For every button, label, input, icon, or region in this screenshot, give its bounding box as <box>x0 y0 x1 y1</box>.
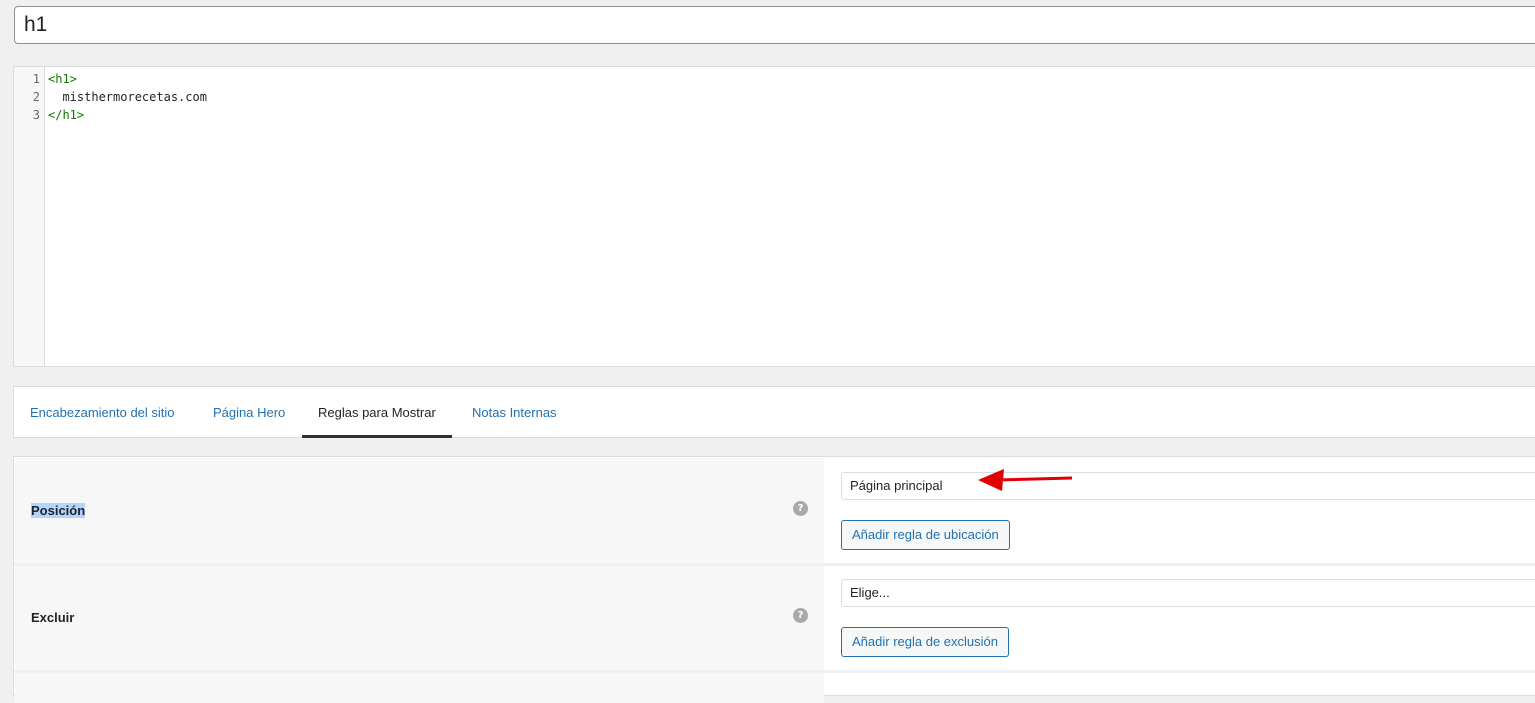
rule-label-cell <box>15 566 824 670</box>
title-input[interactable] <box>14 6 1535 44</box>
red-arrow-icon <box>978 469 1073 491</box>
help-icon[interactable]: ? <box>793 608 808 623</box>
line-number: 3 <box>32 108 40 122</box>
tab-internal-notes[interactable]: Notas Internas <box>472 387 557 437</box>
code-line[interactable]: misthermorecetas.com <box>48 88 207 106</box>
code-line[interactable]: <h1> <box>48 70 77 88</box>
help-icon[interactable]: ? <box>793 501 808 516</box>
display-rules-panel: Posición ? Página principal Añadir regla… <box>13 456 1535 703</box>
tab-hero-page[interactable]: Página Hero <box>213 387 285 437</box>
position-label: Posición <box>31 503 86 518</box>
add-exclusion-rule-button[interactable]: Añadir regla de exclusión <box>841 627 1009 657</box>
tab-display-rules[interactable]: Reglas para Mostrar <box>302 387 452 438</box>
exclude-select[interactable]: Elige... <box>841 579 1535 607</box>
settings-tabs: Encabezamiento del sitio Página Hero Reg… <box>13 386 1535 438</box>
line-number: 1 <box>32 72 40 86</box>
code-editor[interactable]: 1 2 3 <h1> misthermorecetas.com </h1> <box>13 66 1535 367</box>
tab-site-header[interactable]: Encabezamiento del sitio <box>30 387 175 437</box>
line-number: 2 <box>32 90 40 104</box>
exclude-label: Excluir <box>31 610 75 625</box>
rule-label-cell <box>15 458 824 563</box>
line-number-gutter: 1 2 3 <box>14 67 45 366</box>
code-line[interactable]: </h1> <box>48 106 84 124</box>
add-location-rule-button[interactable]: Añadir regla de ubicación <box>841 520 1010 550</box>
position-select[interactable]: Página principal <box>841 472 1535 500</box>
rule-label-cell <box>15 673 824 703</box>
